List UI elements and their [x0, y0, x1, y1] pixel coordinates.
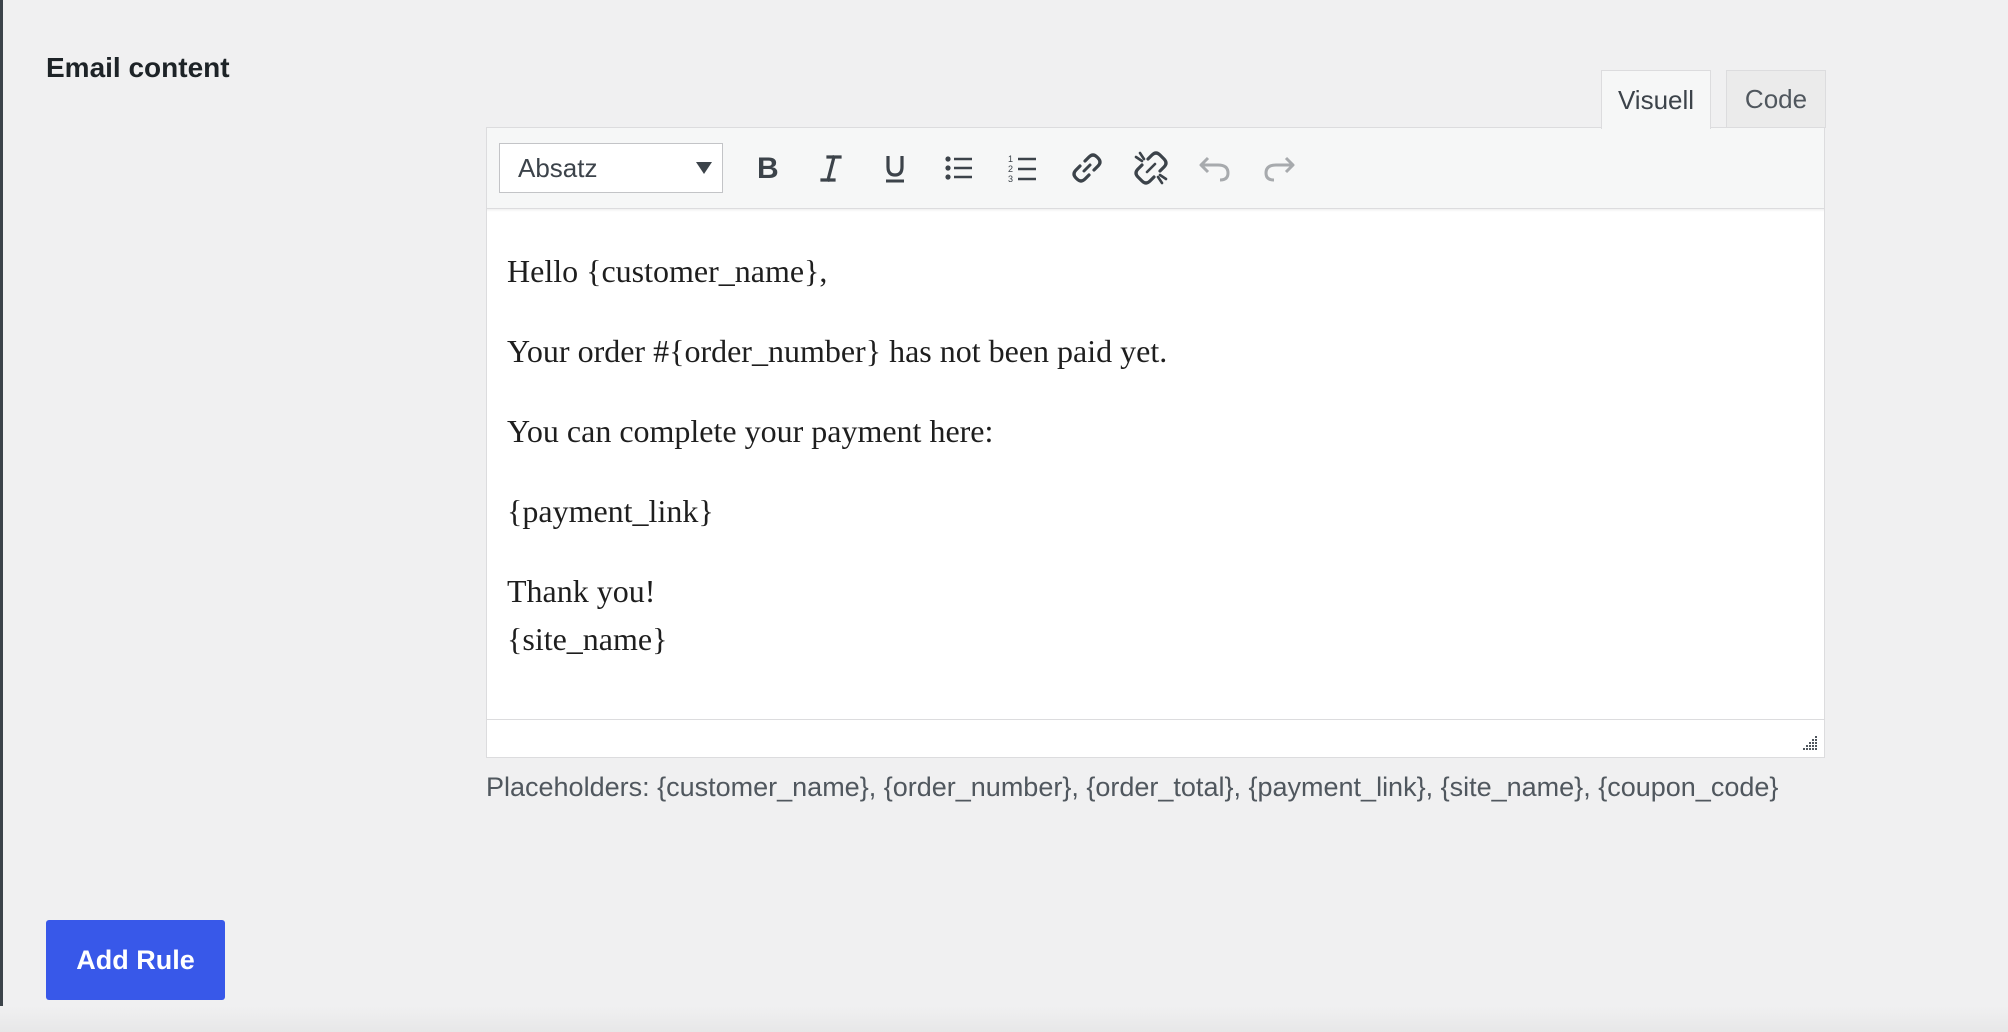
insert-link-button[interactable]: [1063, 144, 1111, 192]
unlink-icon: [1134, 151, 1168, 185]
content-greeting: Hello {customer_name},: [507, 253, 828, 289]
undo-icon: [1199, 156, 1230, 182]
undo-button[interactable]: [1191, 144, 1239, 192]
svg-text:B: B: [757, 153, 779, 183]
content-paragraph: You can complete your payment here:: [507, 413, 994, 449]
email-content-editor: Absatz B 1 2 3 Hello {customer_name}, Yo…: [486, 127, 1825, 758]
tab-code[interactable]: Code: [1726, 70, 1826, 128]
remove-link-button[interactable]: [1127, 144, 1175, 192]
redo-button[interactable]: [1255, 144, 1303, 192]
editor-content-area[interactable]: Hello {customer_name}, Your order #{orde…: [487, 209, 1824, 717]
underline-icon: [886, 156, 904, 183]
italic-icon: [820, 155, 842, 182]
italic-button[interactable]: [807, 144, 855, 192]
add-rule-button[interactable]: Add Rule: [46, 920, 225, 1000]
bold-icon: B: [757, 153, 779, 183]
bulleted-list-button[interactable]: [935, 144, 983, 192]
editor-toolbar: Absatz B 1 2 3: [487, 128, 1824, 212]
link-icon: [1072, 153, 1102, 183]
content-paragraph: Your order #{order_number} has not been …: [507, 333, 1168, 369]
tab-visual[interactable]: Visuell: [1601, 70, 1711, 129]
bold-button[interactable]: B: [743, 144, 791, 192]
underline-button[interactable]: [871, 144, 919, 192]
left-border: [0, 0, 3, 1032]
resize-handle-icon[interactable]: [1802, 735, 1818, 751]
content-closing: Thank you!: [507, 573, 656, 609]
numbered-list-icon: 1 2 3: [1008, 154, 1036, 183]
paragraph-format-select[interactable]: Absatz: [499, 143, 723, 193]
content-paragraph: {payment_link}: [507, 493, 714, 529]
chevron-down-icon: [696, 162, 712, 174]
bulleted-list-icon: [945, 156, 972, 180]
placeholders-hint: Placeholders: {customer_name}, {order_nu…: [486, 772, 1779, 802]
svg-text:1: 1: [1008, 154, 1013, 164]
svg-text:3: 3: [1008, 174, 1013, 183]
section-title: Email content: [46, 52, 230, 83]
numbered-list-button[interactable]: 1 2 3: [999, 144, 1047, 192]
paragraph-format-value: Absatz: [518, 152, 598, 183]
redo-icon: [1264, 156, 1295, 182]
content-signature: {site_name}: [507, 621, 668, 657]
editor-statusbar: [487, 719, 1824, 757]
svg-text:2: 2: [1008, 164, 1013, 174]
page-bottom-shadow: [0, 1006, 2008, 1032]
